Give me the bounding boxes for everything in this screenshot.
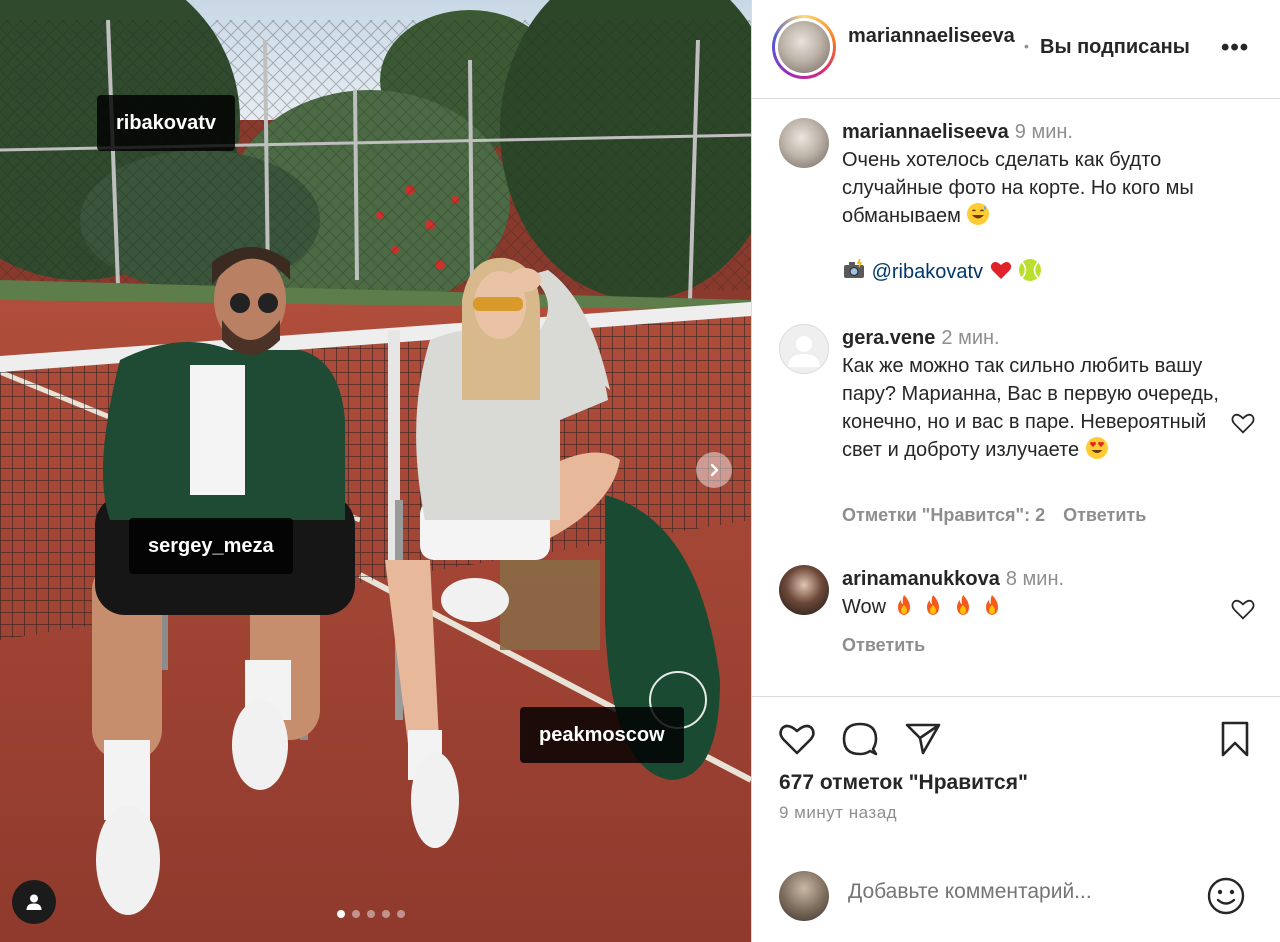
fire-emoji-icon	[897, 595, 910, 615]
comment-text: Wow	[842, 596, 887, 618]
emoji-icon[interactable]	[1206, 876, 1246, 916]
default-avatar-icon	[788, 336, 820, 367]
comments-list[interactable]: mariannaeliseeva 9 мин. Очень хотелось сд…	[752, 100, 1280, 695]
likes-count[interactable]: 677 отметок "Нравится"	[779, 771, 1028, 795]
caption-time: 9 мин.	[1014, 121, 1073, 143]
photo-tag-ribakovatv[interactable]: ribakovatv	[97, 95, 236, 151]
camera-flash-emoji-icon	[844, 258, 864, 278]
photo-tag-sergey-meza[interactable]: sergey_meza	[129, 518, 293, 574]
user-tags-button[interactable]	[12, 880, 56, 924]
post-photo[interactable]: ribakovatv sergey_meza peakmoscow	[0, 0, 751, 942]
post-header: mariannaeliseeva • Вы подписаны •••	[752, 0, 1280, 99]
photo-tag-peakmoscow[interactable]: peakmoscow	[520, 707, 684, 763]
carousel-next-button[interactable]	[696, 452, 732, 488]
heart-eyes-emoji-icon	[1085, 437, 1108, 459]
caption-username[interactable]: mariannaeliseeva	[842, 121, 1009, 143]
comment-reply-button[interactable]: Ответить	[1063, 505, 1146, 525]
comment-body: arinamanukkova 8 мин. Wow	[842, 565, 1222, 621]
user-tag-icon	[26, 894, 42, 910]
carousel-dot	[367, 910, 375, 918]
share-icon[interactable]	[903, 719, 943, 759]
comment-username[interactable]: gera.vene	[842, 327, 935, 349]
red-heart-emoji-icon	[990, 262, 1011, 279]
add-comment-input[interactable]	[848, 880, 1188, 904]
comment-meta: Отметки "Нравится": 2 Ответить	[842, 505, 1164, 526]
tennis-ball-emoji-icon	[1019, 259, 1042, 281]
carousel-dot	[397, 910, 405, 918]
caption-text: Очень хотелось сделать как будто случайн…	[842, 149, 1194, 227]
carousel-dot	[352, 910, 360, 918]
comment-body: gera.vene 2 мин. Как же можно так сильно …	[842, 324, 1222, 464]
comment-time: 8 мин.	[1005, 568, 1065, 590]
caption-body: mariannaeliseeva 9 мин. Очень хотелось сд…	[842, 118, 1262, 286]
carousel-dot	[382, 910, 390, 918]
fire-emoji-icon	[956, 595, 969, 615]
more-options-button[interactable]: •••	[1221, 34, 1249, 62]
post-side-panel: mariannaeliseeva • Вы подписаны ••• mari…	[751, 0, 1280, 942]
carousel-dot	[337, 910, 345, 918]
comment-text: Как же можно так сильно любить вашу пару…	[842, 355, 1219, 461]
caption-mention-ribakovatv[interactable]: @ribakovatv	[872, 261, 983, 283]
author-avatar[interactable]	[772, 15, 836, 79]
add-comment-bar	[752, 846, 1280, 942]
comment-like-heart-icon[interactable]	[1229, 595, 1257, 623]
comment-like-heart-icon[interactable]	[1229, 409, 1257, 437]
comment-time: 2 мин.	[941, 327, 1000, 349]
comment-likes-count[interactable]: Отметки "Нравится": 2	[842, 505, 1045, 525]
comment-avatar[interactable]	[779, 565, 829, 615]
current-user-avatar	[779, 871, 829, 921]
header-separator: •	[1024, 38, 1029, 54]
caption-avatar[interactable]	[779, 118, 829, 168]
author-username[interactable]: mariannaeliseeva	[848, 22, 1020, 50]
post-timestamp[interactable]: 9 минут назад	[779, 803, 897, 823]
comment-meta: Ответить	[842, 635, 943, 656]
comment-icon[interactable]	[840, 719, 880, 759]
following-button[interactable]: Вы подписаны	[1040, 36, 1190, 59]
fire-emoji-icon	[927, 595, 940, 615]
comment-reply-button[interactable]: Ответить	[842, 635, 925, 655]
sweat-smile-emoji-icon	[967, 203, 990, 225]
fire-emoji-icon	[986, 595, 999, 615]
heart-icon[interactable]	[777, 719, 817, 759]
chevron-right-icon	[710, 463, 719, 477]
bookmark-icon[interactable]	[1215, 719, 1255, 759]
comment-username[interactable]: arinamanukkova	[842, 568, 1000, 590]
post-actions: 677 отметок "Нравится" 9 минут назад	[752, 696, 1280, 846]
comment-avatar-placeholder[interactable]	[779, 324, 829, 374]
carousel-dots	[337, 910, 405, 918]
